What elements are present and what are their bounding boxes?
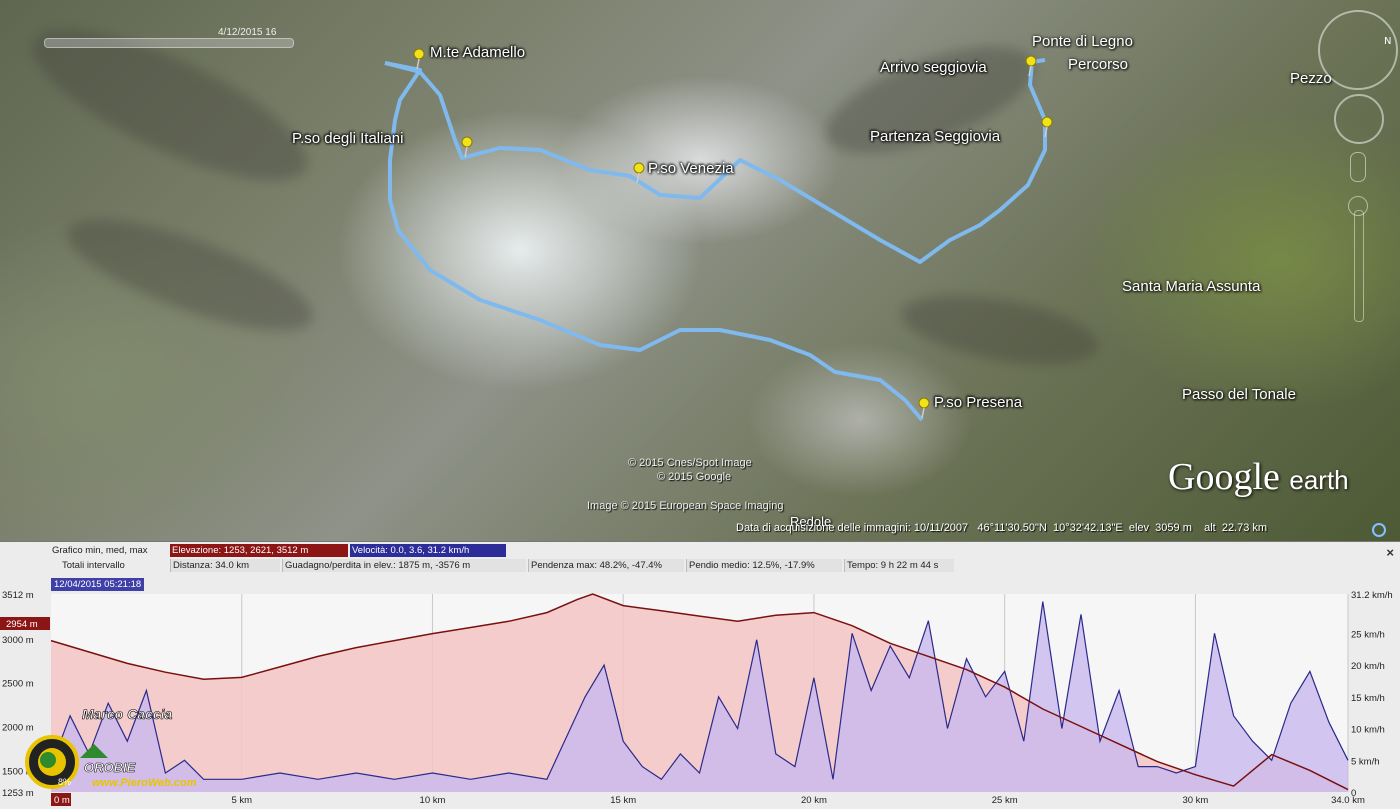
- imagery-credit: © 2015 Google: [657, 471, 732, 483]
- close-button[interactable]: ×: [1386, 545, 1394, 560]
- time-slider[interactable]: [44, 38, 294, 48]
- distance-tick-label: 15 km: [610, 795, 636, 806]
- elevation-stat[interactable]: Elevazione: 1253, 2621, 3512 m: [170, 544, 348, 557]
- slope-max-stat: Pendenza max: 48.2%, -47.4%: [528, 559, 684, 572]
- speed-tick-label: 5 km/h: [1351, 756, 1380, 767]
- logo-brand: Google: [1168, 456, 1280, 498]
- speed-tick-label: 20 km/h: [1351, 661, 1385, 672]
- time-slider-label: 4/12/2015 16: [218, 27, 277, 38]
- speed-stat[interactable]: Velocità: 0.0, 3.6, 31.2 km/h: [350, 544, 506, 557]
- map-view[interactable]: M.te Adamello P.so degli Italiani P.so V…: [0, 0, 1400, 541]
- imagery-credit: Image © 2015 European Space Imaging: [587, 500, 784, 512]
- elevation-tick-label: 2000 m: [2, 723, 34, 734]
- pin-label[interactable]: M.te Adamello: [430, 44, 525, 61]
- elevation-tick-label: 2500 m: [2, 679, 34, 690]
- elevation-tick-label: 1253 m: [2, 788, 34, 799]
- pin-label[interactable]: Arrivo seggiovia: [880, 59, 987, 76]
- distance-stat: Distanza: 34.0 km: [170, 559, 280, 572]
- navigation-ring[interactable]: [1318, 10, 1398, 90]
- pin-label[interactable]: P.so Presena: [934, 394, 1022, 411]
- cursor-elevation: 2954 m: [6, 619, 38, 630]
- row-label: Totali intervallo: [62, 560, 125, 571]
- profile-stats: Grafico min, med, max Elevazione: 1253, …: [0, 542, 1400, 576]
- look-joystick[interactable]: [1334, 94, 1384, 144]
- status-bar: Data di acquisizione delle immagini: 10/…: [736, 522, 1267, 534]
- pin-label[interactable]: P.so Venezia: [648, 160, 734, 177]
- cursor-percent: 8%: [58, 777, 71, 787]
- move-control-icon[interactable]: [1350, 152, 1366, 182]
- distance-tick-label: 30 km: [1182, 795, 1208, 806]
- zoom-slider[interactable]: [1354, 210, 1364, 322]
- distance-tick-label: 20 km: [801, 795, 827, 806]
- author-watermark: Marco Caccia: [82, 706, 172, 722]
- pushpin-icon[interactable]: [460, 136, 474, 158]
- speed-tick-label: 25 km/h: [1351, 629, 1385, 640]
- pin-label[interactable]: P.so degli Italiani: [292, 130, 403, 147]
- distance-tick-label: 5 km: [231, 795, 252, 806]
- eye-altitude: alt 22.73 km: [1204, 522, 1268, 534]
- pushpin-icon[interactable]: [632, 162, 646, 184]
- google-earth-logo: Google earth: [1168, 455, 1349, 499]
- pushpin-icon[interactable]: [1024, 55, 1038, 77]
- logo-text: OROBIE: [84, 760, 136, 775]
- ground-elevation: elev 3059 m: [1128, 522, 1192, 534]
- town-label: Percorso: [1068, 56, 1129, 73]
- imagery-credit: © 2015 Cnes/Spot Image: [628, 457, 752, 469]
- distance-tick-label: 25 km: [992, 795, 1018, 806]
- longitude: 10°32'42.13"E: [1053, 522, 1123, 534]
- elevation-speed-chart[interactable]: 3512 m3000 m2500 m2000 m1500 m1253 m 31.…: [0, 590, 1400, 809]
- town-label: Passo del Tonale: [1182, 386, 1296, 403]
- pin-label[interactable]: Partenza Seggiovia: [870, 128, 1000, 145]
- streaming-icon: [1372, 523, 1386, 537]
- town-label: Santa Maria Assunta: [1122, 278, 1261, 295]
- speed-tick-label: 10 km/h: [1351, 725, 1385, 736]
- acquisition-date: Data di acquisizione delle immagini: 10/…: [736, 522, 969, 534]
- gain-loss-stat: Guadagno/perdita in elev.: 1875 m, -3576…: [282, 559, 526, 572]
- logo-suffix: earth: [1289, 465, 1349, 495]
- row-label: Grafico min, med, max: [52, 545, 148, 556]
- slope-avg-stat: Pendio medio: 12.5%, -17.9%: [686, 559, 842, 572]
- elevation-profile-panel: Grafico min, med, max Elevazione: 1253, …: [0, 541, 1400, 809]
- cursor-distance: 0 m: [54, 795, 70, 806]
- speed-tick-label: 31.2 km/h: [1351, 590, 1393, 601]
- elevation-tick-label: 3512 m: [2, 590, 34, 601]
- speed-tick-label: 15 km/h: [1351, 693, 1385, 704]
- distance-tick-label: 10 km: [420, 795, 446, 806]
- pushpin-icon[interactable]: [917, 397, 931, 419]
- pushpin-icon[interactable]: [412, 48, 426, 70]
- logo-url: www.PieroWeb.com: [92, 777, 197, 789]
- town-label: Ponte di Legno: [1032, 33, 1133, 50]
- latitude: 46°11'30.50"N: [977, 522, 1047, 534]
- north-indicator[interactable]: N: [1384, 36, 1391, 47]
- time-stat: Tempo: 9 h 22 m 44 s: [844, 559, 954, 572]
- distance-tick-label: 34.0 km: [1331, 795, 1365, 806]
- pushpin-icon[interactable]: [1040, 116, 1054, 138]
- elevation-tick-label: 3000 m: [2, 635, 34, 646]
